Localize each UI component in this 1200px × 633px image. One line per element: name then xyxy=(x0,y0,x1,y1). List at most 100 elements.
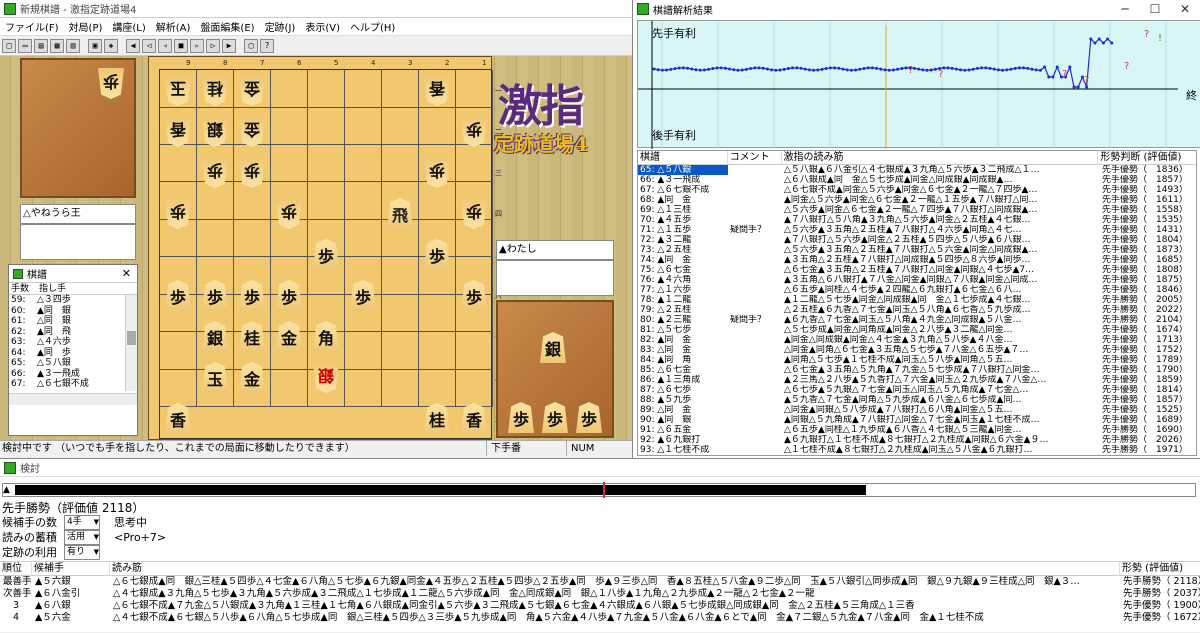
gote-piece[interactable]: 香 xyxy=(424,75,450,106)
sente-piece[interactable]: 歩 xyxy=(165,280,191,311)
board-square[interactable] xyxy=(456,144,493,183)
board-square[interactable] xyxy=(419,369,456,408)
board-square[interactable] xyxy=(456,332,493,370)
analysis-row[interactable]: 69: △１三桂 △５六歩▲同金△６七金▲２一龍△７四歩▲７八銀打△同成銀▲… 先手… xyxy=(638,205,1196,215)
board-square[interactable] xyxy=(419,332,456,370)
col-judge[interactable]: 形勢 (評価値) xyxy=(1120,562,1200,576)
minimize-icon[interactable]: ─ xyxy=(1110,2,1140,16)
analysis-row[interactable]: 74: ▲同 金 ▲３五角△２五桂▲７八銀打△同成銀▲５四歩△８六歩▲同歩… 先手優… xyxy=(638,255,1196,265)
kifu-row[interactable]: 66: ▲３一飛成 xyxy=(9,369,125,380)
new-icon[interactable]: □ xyxy=(2,38,16,53)
col-kifu[interactable]: 棋譜 xyxy=(638,151,728,165)
copy-icon[interactable]: ▥ xyxy=(66,38,80,53)
menu-item-2[interactable]: 講座(L) xyxy=(107,19,150,34)
board-square[interactable] xyxy=(345,182,382,220)
analysis-row[interactable]: 79: △２五桂 △２五桂▲６九香△７七金▲同玉△５八角▲６七香△５九歩成… 先手勝… xyxy=(638,305,1196,315)
kifu-row[interactable]: 65: △５八銀 xyxy=(9,358,125,369)
board-square[interactable] xyxy=(271,369,308,408)
last-move-icon[interactable]: ▶ xyxy=(222,38,236,53)
candidate-row[interactable]: 次善手 ▲６八金引 △４七銀成▲３九角△５七歩▲３九角▲５六歩成▲３二飛成△１七歩成… xyxy=(0,588,1200,600)
gote-piece[interactable]: 歩 xyxy=(165,198,191,229)
board-square[interactable] xyxy=(345,70,382,108)
gote-piece[interactable]: 銀 xyxy=(202,116,228,147)
print-icon[interactable]: ▦ xyxy=(50,38,64,53)
analysis-row[interactable]: 85: △６七金 △６七金▲３五角△５九角▲７九金△５七歩成▲７八銀打△同金… 先手… xyxy=(638,365,1196,375)
analysis-row[interactable]: 88: ▲５九歩 ▲５九香△７七金▲同角△５九歩成▲６八金△６七歩成▲同… 先手優勢… xyxy=(638,395,1196,405)
back-many-icon[interactable]: ◁ xyxy=(142,38,156,53)
kifu-row[interactable]: 59: △３四歩 xyxy=(9,295,125,306)
analysis-row[interactable]: 84: ▲同 角 ▲同角△５七歩▲１七桂不成▲同玉△５八歩▲同角△５五… 先手優勢（… xyxy=(638,355,1196,365)
sente-piece[interactable]: 金 xyxy=(239,362,265,393)
graph-marker[interactable]: ? xyxy=(1062,69,1067,80)
gote-piece[interactable]: 歩 xyxy=(202,157,228,188)
sente-hand-piece[interactable]: 銀 xyxy=(540,332,566,363)
sente-piece[interactable]: 歩 xyxy=(276,280,302,311)
sente-hand-piece[interactable]: 歩 xyxy=(542,402,568,433)
board-square[interactable] xyxy=(308,107,345,145)
sente-piece[interactable]: 香 xyxy=(165,403,191,434)
candidate-row[interactable]: 3 ▲６八銀 △６七銀不成▲７九金△５八銀成▲３九角▲１三桂▲１七角▲６八銀成▲同金… xyxy=(0,600,1200,612)
gote-piece[interactable]: 歩 xyxy=(461,198,487,229)
sente-piece[interactable]: 歩 xyxy=(313,239,339,270)
board-square[interactable] xyxy=(160,369,197,408)
gote-piece[interactable]: 金 xyxy=(239,116,265,147)
analysis-row[interactable]: 73: △２五桂 △５六歩▲３五角△２五桂▲７八銀打△５六金▲同金△同成銀▲… 先手… xyxy=(638,245,1196,255)
accum-select[interactable]: 活用 ▼ xyxy=(64,530,100,545)
forward-many-icon[interactable]: ▷ xyxy=(206,38,220,53)
kifu-row[interactable]: 61: △同 銀 xyxy=(9,316,125,327)
analysis-row[interactable]: 83: △同 金 △同金▲同角△６七金▲３五角△５七歩▲７八金△６五歩▲７… 先手優… xyxy=(638,345,1196,355)
analysis-row[interactable]: 72: ▲３二龍 ▲７八銀打△５六歩▲同金△２五桂▲５四歩△５八歩▲６八銀… 先手優… xyxy=(638,235,1196,245)
menu-item-0[interactable]: ファイル(F) xyxy=(0,19,64,34)
sente-piece[interactable]: 歩 xyxy=(424,239,450,270)
sente-piece[interactable]: 玉 xyxy=(202,362,228,393)
graph-marker[interactable]: ? xyxy=(1124,61,1129,72)
gote-piece[interactable]: 桂 xyxy=(202,75,228,106)
candidate-rows[interactable]: 最善手 ▲５六銀 △６七銀成▲同 銀△三桂▲５四歩△４七金▲６八角△５七歩▲６九銀▲… xyxy=(0,576,1200,624)
analysis-row[interactable]: 65: △５八銀 △５八銀▲６八金引△４七銀成▲３九角△５六歩▲３二飛成△１… 先手… xyxy=(638,165,1196,175)
kifu-row[interactable]: 67: △６七銀不成 xyxy=(9,379,125,390)
help-icon[interactable]: ? xyxy=(260,38,274,53)
menu-item-1[interactable]: 対局(P) xyxy=(64,19,108,34)
forward-icon[interactable]: ▹ xyxy=(190,38,204,53)
gote-piece[interactable]: 歩 xyxy=(239,157,265,188)
gote-piece[interactable]: 歩 xyxy=(424,157,450,188)
board-square[interactable] xyxy=(419,107,456,145)
sente-piece[interactable]: 銀 xyxy=(202,321,228,352)
board-square[interactable] xyxy=(382,369,419,408)
save-icon[interactable]: ▤ xyxy=(34,38,48,53)
col-line[interactable]: 読み筋 xyxy=(110,562,1120,576)
board-square[interactable] xyxy=(345,144,382,183)
analysis-row[interactable]: 77: △１六歩 △６五歩▲同桂△４七歩▲２四龍△６九銀打▲６七金△６八… 先手優勢… xyxy=(638,285,1196,295)
analysis-row[interactable]: 92: ▲６九銀打 ▲６九銀打△１七桂不成▲８七銀打△２九桂成▲同銀△６六金▲９…… xyxy=(638,435,1196,445)
sente-piece[interactable]: 歩 xyxy=(202,280,228,311)
board-square[interactable] xyxy=(271,70,308,108)
col-candidate[interactable]: 候補手 xyxy=(32,562,110,576)
board-square[interactable] xyxy=(234,182,271,220)
analysis-row[interactable]: 89: △同 金 △同金▲同銀△５八歩成▲７八銀打△６八角▲同金△５五… 先手優勢（… xyxy=(638,405,1196,415)
close-icon[interactable]: ✕ xyxy=(1170,2,1200,16)
gote-piece[interactable]: 金 xyxy=(239,75,265,106)
candidate-list[interactable]: 順位 候補手 読み筋 形勢 (評価値) 最善手 ▲５六銀 △６七銀成▲同 銀△三桂▲… xyxy=(0,561,1200,633)
board-square[interactable] xyxy=(308,70,345,108)
analysis-row[interactable]: 86: ▲１三角成 ▲２三馬△２八歩▲５九香打△７六金▲同玉△２九歩成▲７八金△…… xyxy=(638,375,1196,385)
board-square[interactable] xyxy=(345,219,382,258)
menu-item-4[interactable]: 盤面編集(E) xyxy=(195,19,259,34)
analysis-row[interactable]: 93: △１七桂不成 △１七桂不成▲８七銀打△２九桂成▲同玉△５八金▲６九銀打… 先… xyxy=(638,445,1196,455)
sente-piece[interactable]: 歩 xyxy=(461,280,487,311)
board-square[interactable] xyxy=(456,70,493,108)
board-square[interactable] xyxy=(382,294,419,333)
kifu-scrollbar[interactable] xyxy=(125,295,137,391)
sente-piece[interactable]: 香 xyxy=(461,403,487,434)
board-square[interactable] xyxy=(382,107,419,145)
analysis-row[interactable]: 71: △１五歩 疑問手？ △５六歩▲３五角△２五桂▲７八銀打△４六歩▲同角△４七…… xyxy=(638,225,1196,235)
analysis-row[interactable]: 91: △６五金 △６五歩▲同桂△１九歩成▲６八香△４七銀△５三龍▲同金… 先手勝勢… xyxy=(638,425,1196,435)
analysis-row[interactable]: 78: ▲１二龍 ▲１二龍△５七歩▲同金△同成銀▲同 金△１七歩成▲４七銀… 先手勝… xyxy=(638,295,1196,305)
first-move-icon[interactable]: ◀ xyxy=(126,38,140,53)
analysis-row[interactable]: 80: ▲２三龍 疑問手？ ▲６九香△７七金▲同玉△５八角▲４九金△同成銀▲５八金…… xyxy=(638,315,1196,325)
joseki-select[interactable]: 有り ▼ xyxy=(64,545,100,560)
gote-piece[interactable]: 玉 xyxy=(165,75,191,106)
eval-graph-svg[interactable]: ??????! xyxy=(638,21,1200,149)
analysis-row[interactable]: 66: ▲３一飛成 △６八銀成▲同 金△５七歩成▲同金△同成銀▲同成銀▲… 先手優勢… xyxy=(638,175,1196,185)
board-square[interactable] xyxy=(308,144,345,183)
kifu-scroll-thumb[interactable] xyxy=(127,331,136,345)
